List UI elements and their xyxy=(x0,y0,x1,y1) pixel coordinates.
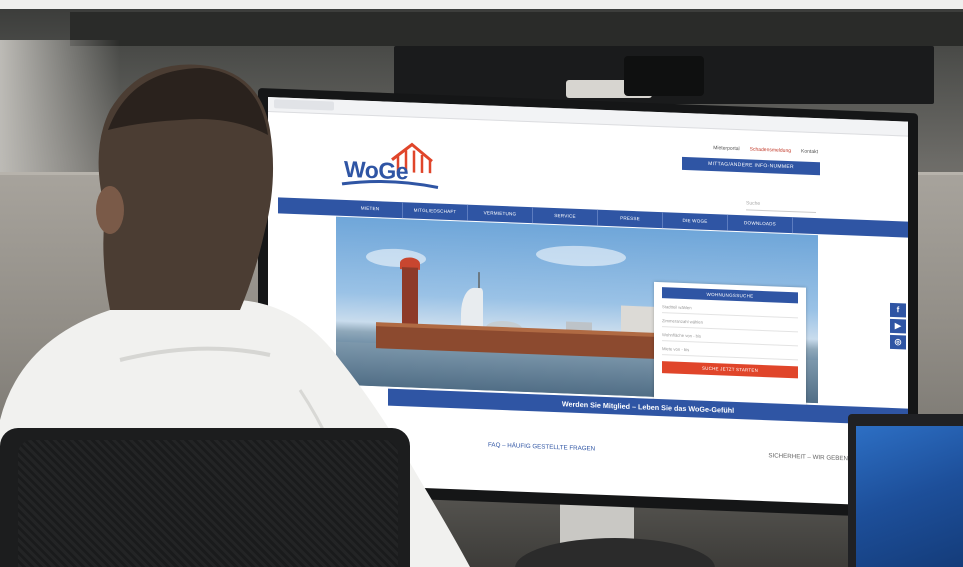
nav-item-mitgliedschaft[interactable]: MITGLIEDSCHAFT xyxy=(403,202,468,221)
top-link-2[interactable]: Schadensmeldung xyxy=(750,147,791,155)
nav-item-mieten[interactable]: MIETEN xyxy=(338,199,403,219)
search-input[interactable]: Suche xyxy=(746,200,816,214)
top-link-1[interactable]: Mieterportal xyxy=(713,145,739,152)
top-link-3[interactable]: Kontakt xyxy=(801,148,818,155)
security-link[interactable]: SICHERHEIT – WIR GEBEN xyxy=(768,452,848,462)
rent-range-field[interactable]: Miete von - bis xyxy=(662,344,798,361)
woge-logo[interactable]: WoGe xyxy=(340,136,440,198)
browser-tab[interactable] xyxy=(274,99,334,111)
dark-shelf xyxy=(70,12,963,46)
form-header: WOHNUNGSSUCHE xyxy=(662,287,798,304)
youtube-icon[interactable]: ▶ xyxy=(890,318,906,334)
laptop-screen xyxy=(856,426,963,567)
photo-border xyxy=(0,0,963,9)
instagram-icon[interactable]: ◎ xyxy=(890,334,906,350)
office-photo: Mieterportal Schadensmeldung Kontakt MIT… xyxy=(0,0,963,567)
nav-item-presse[interactable]: PRESSE xyxy=(598,209,663,229)
nav-item-service[interactable]: SERVICE xyxy=(533,207,598,226)
top-links: Mieterportal Schadensmeldung Kontakt xyxy=(713,145,818,155)
social-icons: f ▶ ◎ xyxy=(890,302,906,350)
webcam xyxy=(624,56,704,96)
info-button[interactable]: MITTAG/ANDERE INFO-NUMMER xyxy=(682,156,820,176)
nav-item-die-woge[interactable]: DIE WOGE xyxy=(663,212,728,231)
cloud xyxy=(536,244,626,268)
search-submit-button[interactable]: SUCHE JETZT STARTEN xyxy=(662,361,798,379)
apartment-search-form: WOHNUNGSSUCHE Stadtteil wählen Zimmeranz… xyxy=(654,281,806,406)
nav-item-downloads[interactable]: DOWNLOADS xyxy=(728,214,793,234)
office-chair-mesh xyxy=(18,440,398,567)
logo-text: WoGe xyxy=(344,155,409,185)
person-head xyxy=(96,64,274,310)
nav-item-vermietung[interactable]: VERMIETUNG xyxy=(468,204,533,224)
facebook-icon[interactable]: f xyxy=(890,302,906,318)
